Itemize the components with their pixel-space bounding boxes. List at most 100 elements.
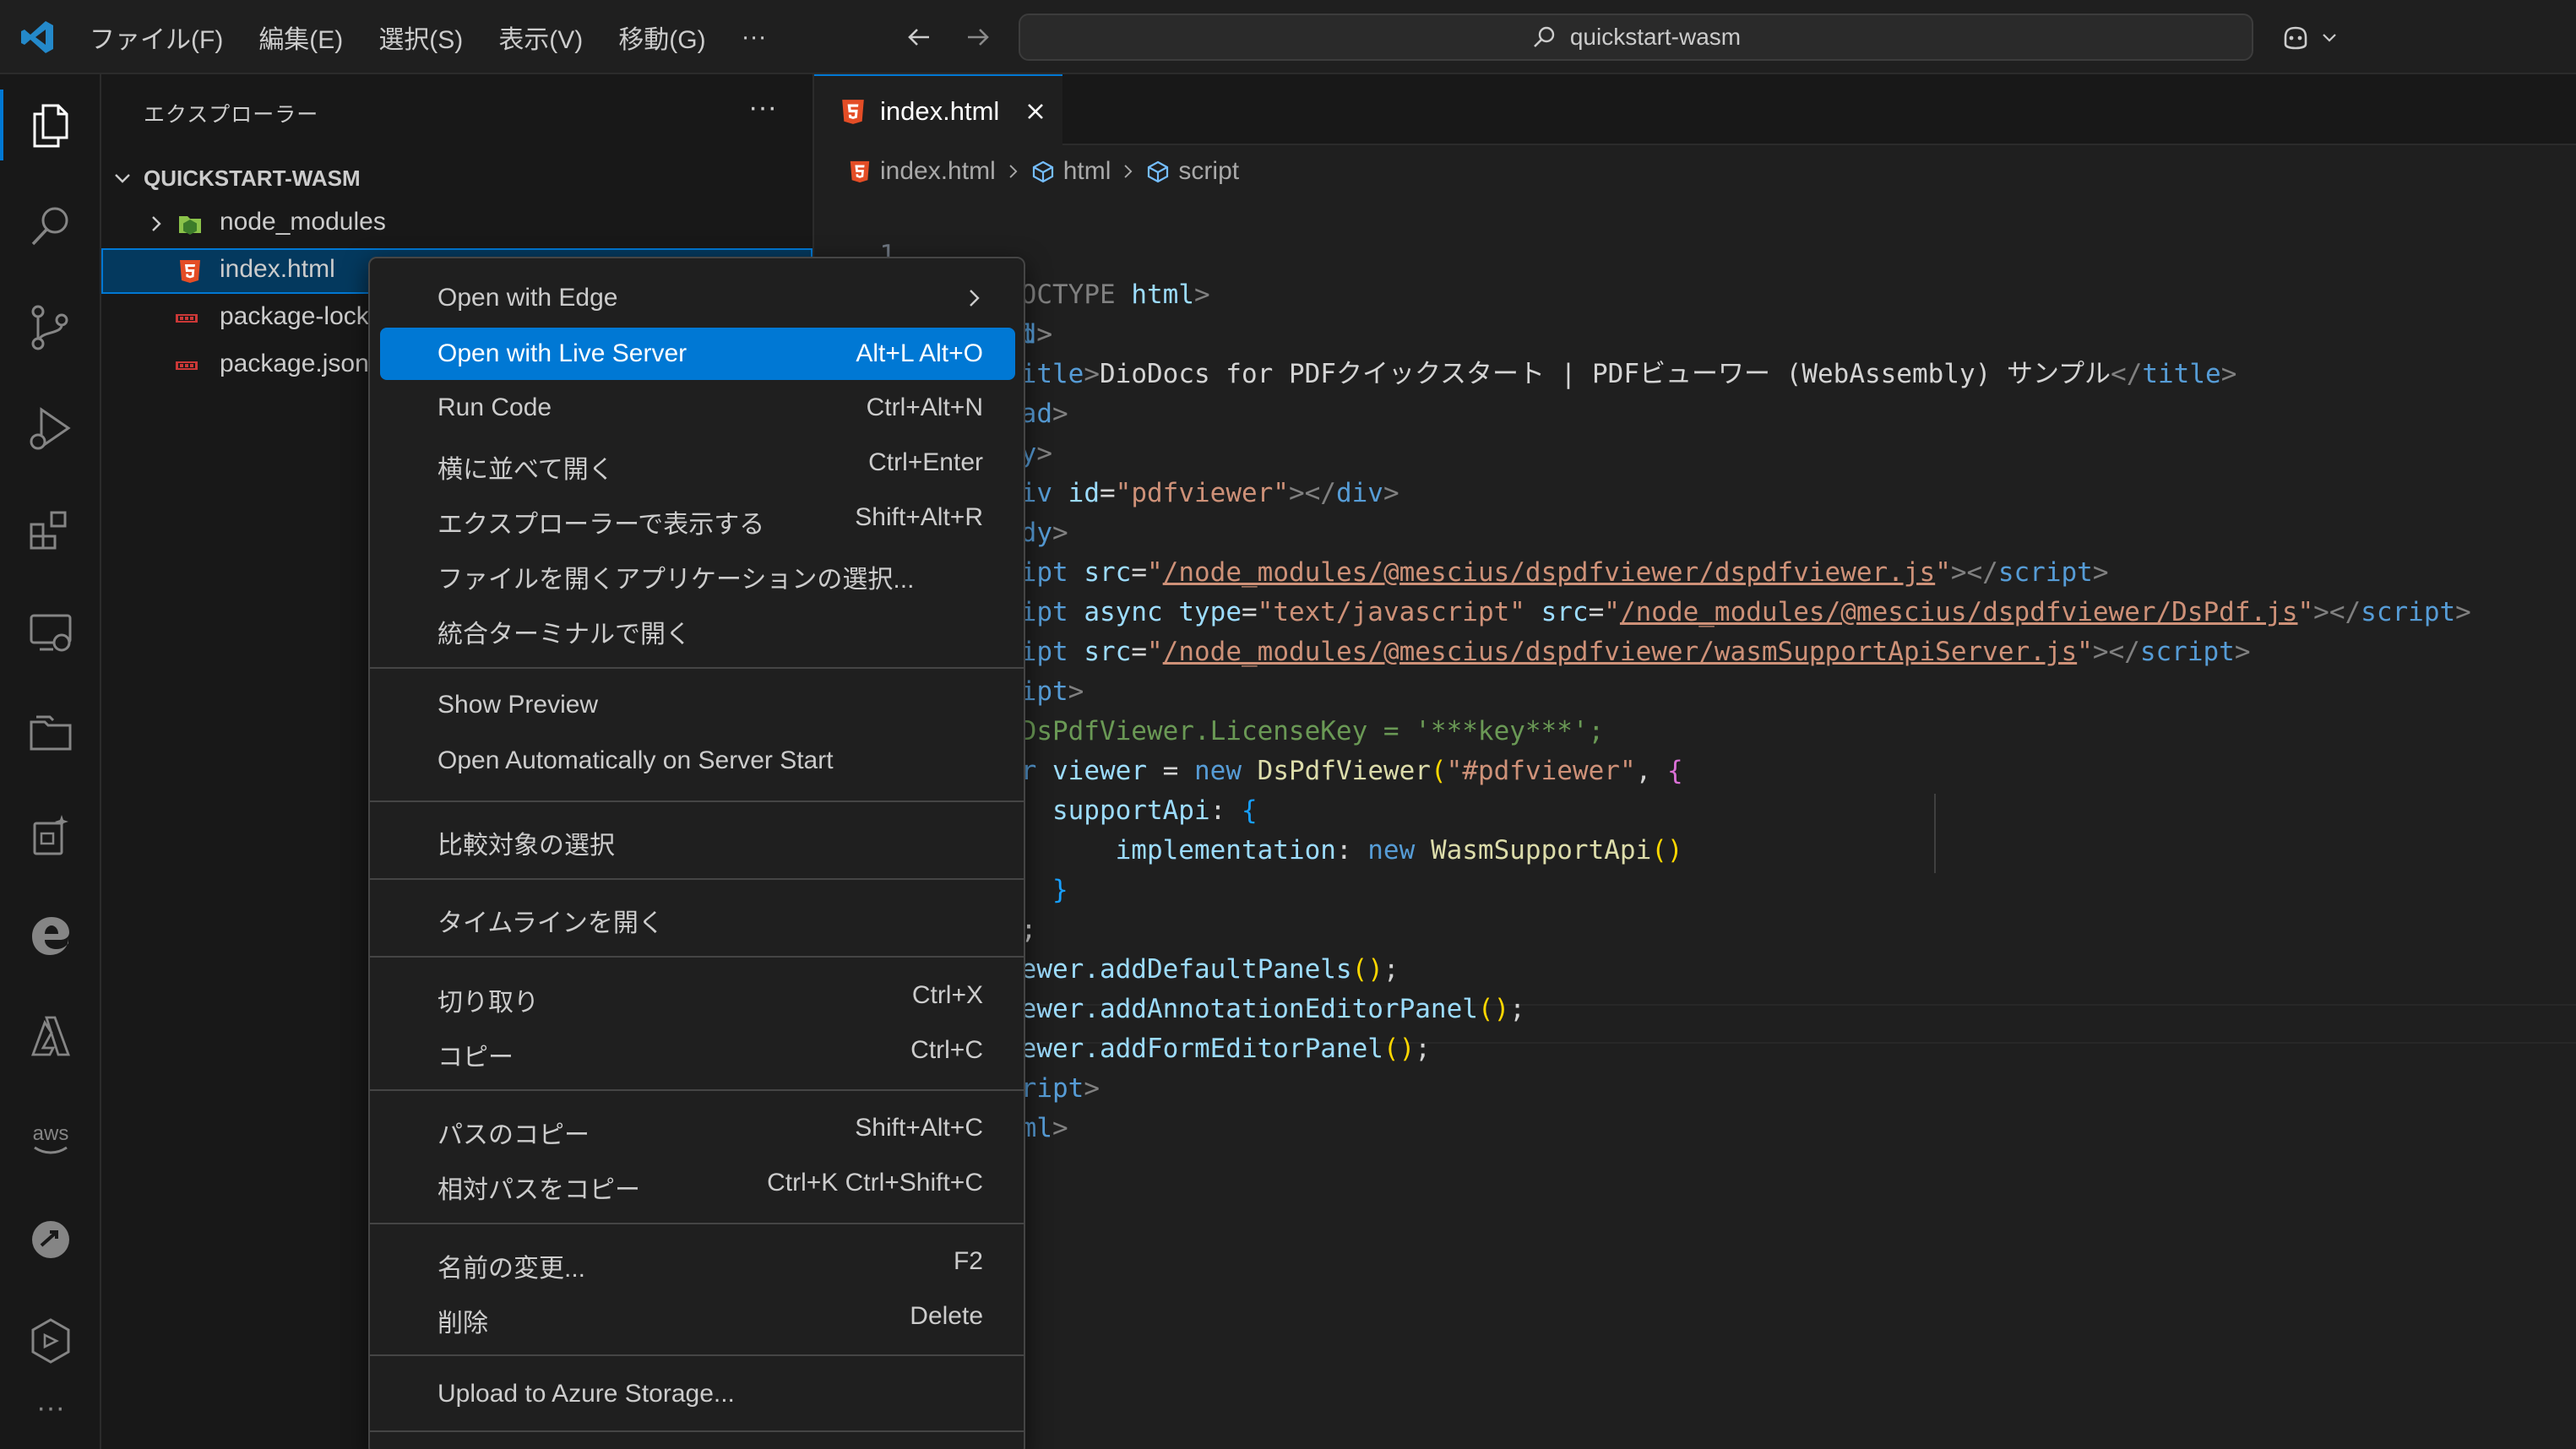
command-center-search[interactable]: quickstart-wasm	[1019, 14, 2253, 61]
activity-search[interactable]	[0, 184, 101, 269]
activity-github-actions[interactable]	[0, 1299, 101, 1383]
menu-item-upload-azure-storage[interactable]: Upload to Azure Storage...	[380, 1368, 1015, 1420]
chevron-down-icon	[2323, 34, 2336, 42]
activity-azure[interactable]	[0, 995, 101, 1079]
activity-run-debug[interactable]	[0, 387, 101, 471]
code-line: <script async type="text/javascript" src…	[958, 597, 2471, 627]
github-actions-icon	[31, 1318, 70, 1364]
node-folder-icon	[179, 216, 201, 235]
json-file-icon	[176, 314, 198, 323]
activity-ai-toolkit[interactable]	[0, 792, 101, 876]
menu-item-select-for-compare[interactable]: 比較対象の選択	[380, 812, 1015, 865]
menu-item-run-code[interactable]: Run Code Ctrl+Alt+N	[380, 382, 1015, 434]
symbol-element-icon	[1032, 160, 1053, 183]
chevron-right-icon	[970, 290, 980, 307]
html-file-icon	[842, 100, 864, 124]
menu-go[interactable]: 移動(G)	[618, 19, 705, 56]
menu-item-open-timeline[interactable]: タイムラインを開く	[380, 890, 1015, 942]
back-arrow-icon[interactable]	[902, 20, 936, 54]
menu-separator	[370, 1089, 1024, 1091]
breadcrumb: index.html html script	[848, 152, 1239, 191]
copilot-button[interactable]	[2279, 20, 2340, 54]
menu-item-show-preview[interactable]: Show Preview	[380, 679, 1015, 731]
edge-icon	[32, 917, 69, 955]
copilot-icon	[2284, 26, 2307, 50]
symbol-element-icon	[1148, 160, 1169, 183]
activity-remote-explorer[interactable]	[0, 589, 101, 674]
menu-item-rename[interactable]: 名前の変更... F2	[380, 1235, 1015, 1288]
activity-more[interactable]: ···	[0, 1392, 101, 1442]
azure-icon	[30, 1016, 70, 1056]
menu-item-copy-relative-path[interactable]: 相対パスをコピー Ctrl+K Ctrl+Shift+C	[380, 1157, 1015, 1209]
menu-edit[interactable]: 編集(E)	[258, 19, 343, 56]
code-line: <script src="/node_modules/@mescius/dspd…	[958, 637, 2251, 667]
workspace-root[interactable]: QUICKSTART-WASM	[110, 155, 361, 201]
menu-item-copy-path[interactable]: パスのコピー Shift+Alt+C	[380, 1102, 1015, 1154]
code-line: <title>DioDocs for PDFクイックスタート | PDFビューワ…	[989, 359, 2237, 389]
code-line: </head>	[958, 399, 1068, 429]
close-icon[interactable]	[1022, 98, 1049, 125]
code-line: supportApi: {	[1052, 795, 1258, 826]
live-share-icon	[32, 1221, 69, 1258]
sidebar-more-button[interactable]: ···	[748, 91, 777, 124]
menu-separator	[370, 800, 1024, 802]
menu-item-open-to-side[interactable]: 横に並べて開く Ctrl+Enter	[380, 437, 1015, 489]
aws-icon: aws	[33, 1122, 69, 1154]
menu-item-open-with-edge[interactable]: Open with Edge	[380, 272, 1015, 324]
menu-item-reveal-in-explorer[interactable]: エクスプローラーで表示する Shift+Alt+R	[380, 491, 1015, 544]
forward-arrow-icon[interactable]	[961, 20, 995, 54]
activity-source-control[interactable]	[0, 285, 101, 370]
menu-item-delete[interactable]: 削除 Delete	[380, 1290, 1015, 1343]
tree-item-node-modules[interactable]: node_modules	[101, 201, 812, 247]
code-line: var viewer = new DsPdfViewer("#pdfviewer…	[989, 756, 1683, 786]
code-line: });	[989, 914, 1037, 945]
code-line: </script>	[958, 1073, 1100, 1104]
run-debug-icon	[30, 407, 71, 450]
breadcrumb-html[interactable]: html	[1063, 157, 1111, 186]
chevron-right-icon	[152, 216, 161, 231]
menu-view[interactable]: 表示(V)	[498, 19, 583, 56]
menu-separator	[370, 1354, 1024, 1356]
code-editor[interactable]: 1 <<!DOCTYPE html> 2 <html> <head> <titl…	[814, 193, 2576, 1449]
activity-extensions[interactable]	[0, 488, 101, 573]
context-menu: Open with Edge Open with Live Server Alt…	[368, 257, 1025, 1449]
menu-item-copy[interactable]: コピー Ctrl+C	[380, 1024, 1015, 1077]
more-dots-icon: ···	[36, 1392, 65, 1424]
code-line: <body>	[958, 438, 1052, 469]
activity-aws[interactable]: aws	[0, 1096, 101, 1180]
remote-explorer-icon	[30, 614, 72, 652]
menu-item-cut[interactable]: 切り取り Ctrl+X	[380, 969, 1015, 1022]
activity-explorer[interactable]	[0, 83, 101, 167]
menu-separator	[370, 956, 1024, 958]
activity-edge[interactable]	[0, 893, 101, 978]
code-line: <head>	[958, 319, 1052, 350]
menu-item-open-automatically[interactable]: Open Automatically on Server Start	[380, 735, 1015, 787]
svg-text:aws: aws	[33, 1122, 69, 1145]
vscode-logo-icon[interactable]	[19, 19, 56, 56]
menu-separator	[370, 1430, 1024, 1432]
menu-item-open-with-app[interactable]: ファイルを開くアプリケーションの選択...	[380, 546, 1015, 599]
menu-item-open-with-live-server[interactable]: Open with Live Server Alt+L Alt+O	[380, 328, 1015, 380]
source-control-icon	[31, 305, 68, 350]
navigation-arrows	[902, 20, 995, 54]
activity-project-manager[interactable]	[0, 691, 101, 775]
chevron-right-icon	[1009, 165, 1018, 178]
code-line: </body>	[958, 518, 1068, 548]
code-line: viewer.addDefaultPanels();	[989, 954, 1399, 985]
tab-index-html[interactable]: index.html	[814, 74, 1062, 145]
menu-separator	[370, 667, 1024, 669]
breadcrumb-script[interactable]: script	[1178, 157, 1239, 186]
code-line: <div id="pdfviewer"></div>	[989, 478, 1399, 508]
json-file-icon	[176, 361, 198, 370]
code-line: <script>	[958, 676, 1084, 707]
menu-item-open-in-terminal[interactable]: 統合ターミナルで開く	[380, 601, 1015, 654]
chevron-down-icon	[115, 174, 130, 183]
editor-tabs: index.html	[814, 74, 2576, 145]
menu-file[interactable]: ファイル(F)	[90, 19, 223, 56]
activity-live-share[interactable]	[0, 1197, 101, 1282]
menu-bar: ファイル(F) 編集(E) 選択(S) 表示(V) 移動(G) ···	[90, 0, 767, 74]
breadcrumb-file[interactable]: index.html	[880, 157, 996, 186]
menu-more[interactable]: ···	[742, 23, 767, 52]
menu-selection[interactable]: 選択(S)	[378, 19, 463, 56]
chevron-right-icon	[1124, 165, 1133, 178]
